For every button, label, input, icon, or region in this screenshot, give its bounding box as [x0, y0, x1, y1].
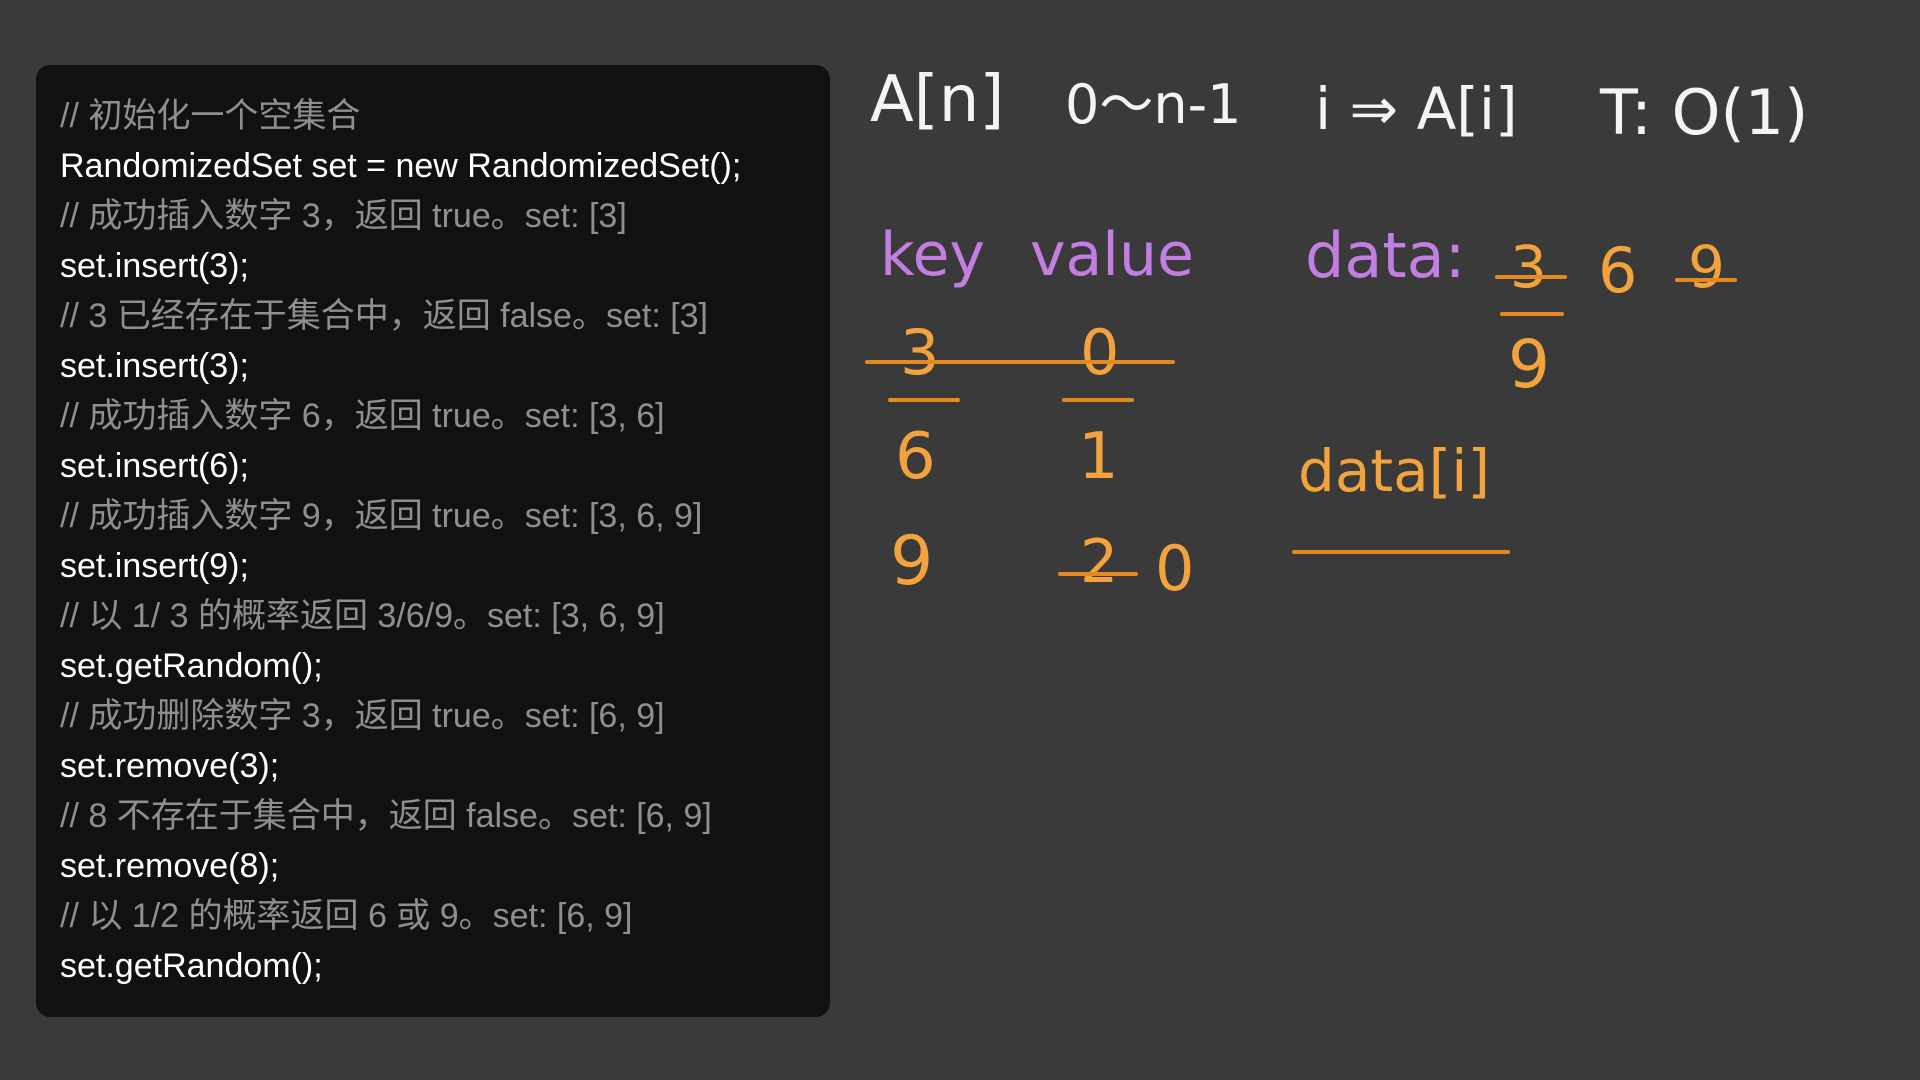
key-header: key [880, 220, 986, 290]
code-comment-line: // 8 不存在于集合中，返回 false。set: [6, 9] [60, 797, 712, 835]
map-key-cell: 6 [895, 420, 936, 494]
data-element-strikethrough [1675, 278, 1737, 282]
code-line: set.insert(6); [60, 447, 249, 485]
code-line: set.remove(3); [60, 747, 280, 785]
code-line: set.insert(3); [60, 347, 249, 385]
map-value-cell-struck: 2 [1080, 527, 1119, 597]
value-header: value [1030, 220, 1194, 290]
data-element-strikethrough [1495, 275, 1567, 279]
map-key-cell: 9 [890, 522, 934, 601]
code-line: set.insert(9); [60, 547, 249, 585]
code-comment-line: // 以 1/ 3 的概率返回 3/6/9。set: [3, 6, 9] [60, 597, 665, 635]
key-underline [888, 398, 960, 402]
data-index-label: data[i] [1298, 437, 1491, 505]
code-line: set.getRandom(); [60, 947, 323, 985]
map-value-cell: 0 [1080, 316, 1120, 389]
data-element: 3 [1510, 233, 1547, 301]
complexity-note: T: O(1) [1600, 76, 1809, 149]
value-underline [1062, 398, 1134, 402]
array-declaration: A[n] [870, 63, 1005, 137]
code-line: set.getRandom(); [60, 647, 323, 685]
code-line: RandomizedSet set = new RandomizedSet(); [60, 147, 742, 185]
value-strikethrough [1058, 572, 1138, 576]
data-element: 6 [1598, 234, 1638, 307]
code-panel: // 初始化一个空集合 RandomizedSet set = new Rand… [36, 65, 830, 1017]
data-replacement: 9 [1508, 326, 1550, 403]
map-row-strikethrough [865, 360, 1175, 364]
map-value-cell: 1 [1078, 420, 1119, 494]
code-comment-line: // 3 已经存在于集合中，返回 false。set: [3] [60, 297, 709, 335]
handwritten-notes: A[n] 0～n-1 i ⇒ A[i] T: O(1) key value 3 … [840, 40, 1900, 640]
code-comment-line: // 初始化一个空集合 [60, 97, 361, 135]
data-index-underline [1292, 550, 1510, 554]
code-comment-line: // 成功插入数字 3，返回 true。set: [3] [60, 197, 627, 235]
code-comment-line: // 成功删除数字 3，返回 true。set: [6, 9] [60, 697, 665, 735]
code-comment-line: // 成功插入数字 9，返回 true。set: [3, 6, 9] [60, 497, 703, 535]
data-label: data: [1305, 219, 1466, 292]
code-comment-line: // 以 1/2 的概率返回 6 或 9。set: [6, 9] [60, 897, 633, 935]
data-element: 9 [1688, 233, 1725, 301]
index-range: 0～n-1 [1065, 73, 1242, 136]
map-key-cell: 3 [900, 316, 940, 389]
code-line: set.remove(8); [60, 847, 280, 885]
map-value-cell-new: 0 [1155, 532, 1195, 605]
index-access: i ⇒ A[i] [1315, 75, 1518, 143]
code-comment-line: // 成功插入数字 6，返回 true。set: [3, 6] [60, 397, 665, 435]
data-element-underline [1500, 312, 1564, 316]
code-line: set.insert(3); [60, 247, 249, 285]
